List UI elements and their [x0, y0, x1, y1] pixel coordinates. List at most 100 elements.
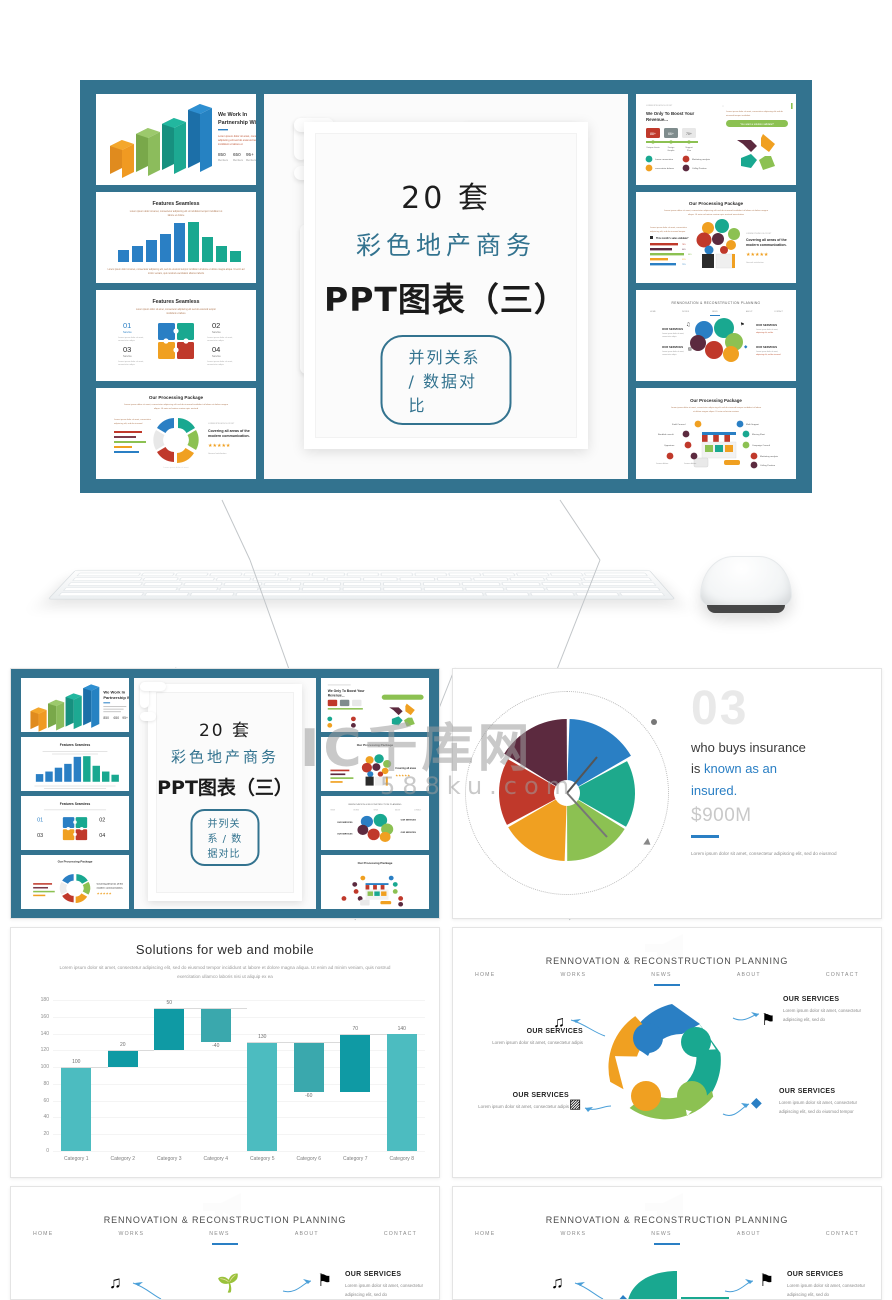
- svg-text:Our Processing Package: Our Processing Package: [357, 743, 394, 747]
- svg-text:OUR SERVICES: OUR SERVICES: [337, 822, 353, 824]
- mini-thumb-bubbles[interactable]: Our Processing Package Covering all area…: [321, 737, 429, 791]
- svg-text:modern communication.: modern communication.: [746, 243, 787, 247]
- mini-thumb-columns[interactable]: Features Seamless: [21, 737, 129, 791]
- svg-text:Campaign Consult: Campaign Consult: [752, 444, 770, 447]
- svg-text:Revenue...: Revenue...: [646, 117, 668, 122]
- svg-text:NEWS: NEWS: [374, 810, 378, 812]
- svg-text:CONTACT: CONTACT: [774, 310, 784, 313]
- nav-b-item-home[interactable]: HOME: [33, 1231, 53, 1237]
- pie-chart: [465, 691, 669, 895]
- slide-cycle-sprout[interactable]: RENNOVATION & RECONSTRUCTION PLANNING HO…: [10, 1186, 440, 1300]
- mini-thumb-3d-bar[interactable]: We Work In Partnership With 850 65095+: [21, 678, 129, 732]
- thumbnail-arrow-loop[interactable]: LOREM IPSUM DOLOR SIT We Only To Boost Y…: [636, 94, 796, 185]
- slide-cycle-teal[interactable]: RENNOVATION & RECONSTRUCTION PLANNING HO…: [452, 1186, 882, 1300]
- svg-text:Service: Service: [212, 330, 221, 334]
- svg-text:02: 02: [99, 818, 105, 824]
- cycle-b-nav: HOME WORKS NEWS ABOUT CONTACT: [33, 1231, 417, 1237]
- svg-text:Lorem ipsum dolor sit amet,: Lorem ipsum dolor sit amet,: [207, 360, 233, 363]
- nav-c-item-home[interactable]: HOME: [475, 1231, 495, 1237]
- svg-text:Lorem ipsum dolor sit amet, co: Lorem ipsum dolor sit amet, consectetur: [650, 226, 687, 229]
- nav-b-item-works[interactable]: WORKS: [119, 1231, 145, 1237]
- thumbnail-column-chart[interactable]: Features Seamless Lorem ipsum dolor sit …: [96, 192, 256, 283]
- nav-item-news[interactable]: NEWS: [651, 972, 671, 978]
- nav-c-item-works[interactable]: WORKS: [561, 1231, 587, 1237]
- svg-text:02: 02: [212, 321, 220, 330]
- svg-text:♫: ♫: [686, 322, 690, 328]
- mini-thumb-puzzle[interactable]: Features Seamless 01 03 02 04: [21, 796, 129, 850]
- chart-x-tick: Category 7: [343, 1156, 368, 1162]
- svg-text:aliqua. Ut enim ad minim venia: aliqua. Ut enim ad minim veniam quis nos…: [154, 407, 199, 410]
- svg-text:Support: Support: [685, 146, 693, 149]
- nav-c-item-about[interactable]: ABOUT: [737, 1231, 761, 1237]
- hero-title-count: 20 套: [401, 181, 491, 216]
- svg-text:General satisfaction: General satisfaction: [208, 452, 227, 455]
- thumbnail-bubbles[interactable]: Our Processing Package Lorem ipsum dolor…: [636, 192, 796, 283]
- svg-text:Opportune: Opportune: [664, 444, 675, 447]
- nav-b-item-contact[interactable]: CONTACT: [384, 1231, 417, 1237]
- service-title-4: OUR SERVICES: [779, 1088, 836, 1095]
- thumbnail-puzzle[interactable]: Features Seamless Lorem ipsum dolor sit …: [96, 290, 256, 381]
- mini-thumb-donut[interactable]: Our Processing Package Covering all area…: [21, 855, 129, 909]
- svg-text:Lorem dolore: Lorem dolore: [684, 462, 697, 465]
- thumbnail-3d-bar[interactable]: We Work In Partnership With Lorem ipsum …: [96, 94, 256, 185]
- thumbnail-circle-services[interactable]: RENNOVATION & RECONSTRUCTION PLANNING HO…: [636, 290, 796, 381]
- svg-text:We Only To Boost Your: We Only To Boost Your: [646, 111, 695, 116]
- svg-text:General satisfaction: General satisfaction: [746, 261, 764, 264]
- service-body-b: Lorem ipsum dolor sit amet, consectetur …: [345, 1283, 424, 1298]
- service-body-3: Lorem ipsum dolor sit amet, consectetur …: [478, 1104, 569, 1109]
- megaphone-icon-c: [645, 1193, 683, 1223]
- chart-subtitle: Lorem ipsum dolor sit amet, consectetur …: [59, 965, 391, 979]
- svg-text:Service: Service: [123, 330, 132, 334]
- pie-headline-line2b: known as an: [704, 761, 777, 777]
- mini-circleservices-art: RENNOVATION & RECONSTRUCTION PLANNING HO…: [330, 803, 421, 843]
- slide-pie-insurance[interactable]: 03 who buys insurance is known as an ins…: [452, 668, 882, 919]
- svg-text:Missing Fleet: Missing Fleet: [752, 433, 765, 436]
- svg-text:consectetur adipis: consectetur adipis: [207, 363, 224, 366]
- pie-headline: who buys insurance is known as an insure…: [691, 737, 867, 801]
- nav-item-contact[interactable]: CONTACT: [826, 972, 859, 978]
- mini-thumb-circle-services[interactable]: RENNOVATION & RECONSTRUCTION PLANNING HO…: [321, 796, 429, 850]
- svg-text:Our Processing Package: Our Processing Package: [690, 398, 742, 403]
- service-body-c: Lorem ipsum dolor sit amet, consectetur …: [787, 1283, 866, 1298]
- thumbnail-donut[interactable]: Our Processing Package Lorem ipsum dolor…: [96, 388, 256, 479]
- svg-text:Callbg Position: Callbg Position: [692, 167, 707, 170]
- nav-b-item-news[interactable]: NEWS: [209, 1231, 229, 1237]
- chart-bar-label: 130: [258, 1033, 267, 1040]
- slide-preview-cover[interactable]: We Work In Partnership With 850 65095+ Fe…: [10, 668, 440, 919]
- chart-gridline: [53, 1151, 425, 1152]
- pie-dotted-ring: [465, 691, 669, 895]
- svg-text:Lorem ipsum dolor sit amet, co: Lorem ipsum dolor sit amet, consectetur …: [130, 210, 223, 213]
- nav-b-item-about[interactable]: ABOUT: [295, 1231, 319, 1237]
- nav-item-works[interactable]: WORKS: [561, 972, 587, 978]
- svg-text:RENNOVATION & RECONSTRUCTION P: RENNOVATION & RECONSTRUCTION PLANNING: [349, 803, 402, 806]
- nav-item-about[interactable]: ABOUT: [737, 972, 761, 978]
- svg-text:consectetur adipis: consectetur adipis: [118, 363, 135, 366]
- service-title-b: OUR SERVICES: [345, 1271, 402, 1278]
- nav-c-item-news[interactable]: NEWS: [651, 1231, 671, 1237]
- megaphone-icon: [645, 934, 683, 964]
- chart-bar-label: 140: [397, 1025, 406, 1032]
- svg-text:850: 850: [218, 152, 226, 157]
- slide-cycle-arrows[interactable]: RENNOVATION & RECONSTRUCTION PLANNING HO…: [452, 927, 882, 1178]
- nav-item-home[interactable]: HOME: [475, 972, 495, 978]
- svg-text:Lorem ipsum dolor sit amet: Lorem ipsum dolor sit amet: [163, 466, 188, 469]
- chart-y-tick: 140: [40, 1030, 49, 1037]
- chart-bar-group: 130 Category 5: [239, 1000, 286, 1162]
- mini-donut-art: Our Processing Package Covering all area…: [33, 860, 124, 903]
- mini-title-card: 20 套 彩色地产商务 PPT图表（三） 并列关系 / 数据对比: [134, 678, 316, 909]
- nav-c-active-underline: [654, 1243, 680, 1245]
- mini-thumb-arrow-loop[interactable]: We Only To Boost Your Revenue...: [321, 678, 429, 732]
- nav-c-item-contact[interactable]: CONTACT: [826, 1231, 859, 1237]
- svg-text:★★★★★: ★★★★★: [746, 252, 769, 258]
- chart-connector: [200, 1008, 248, 1010]
- svg-text:Covering all areas of the: Covering all areas of the: [97, 882, 124, 885]
- page-root: We Work In Partnership With Lorem ipsum …: [0, 0, 892, 1300]
- mini-thumb-storefront[interactable]: Our Processing Package: [321, 855, 429, 909]
- slide-waterfall-chart[interactable]: Solutions for web and mobile Lorem ipsum…: [10, 927, 440, 1178]
- service-title-1: OUR SERVICES: [526, 1028, 583, 1035]
- flag-icon-c: ⚑: [759, 1271, 775, 1290]
- service-card-3: OUR SERVICES Lorem ipsum dolor sit amet,…: [477, 1092, 569, 1111]
- svg-text:03: 03: [37, 833, 43, 839]
- thumbnail-storefront[interactable]: Our Processing Package Lorem ipsum dolor…: [636, 388, 796, 479]
- svg-text:Revenue...: Revenue...: [328, 694, 345, 698]
